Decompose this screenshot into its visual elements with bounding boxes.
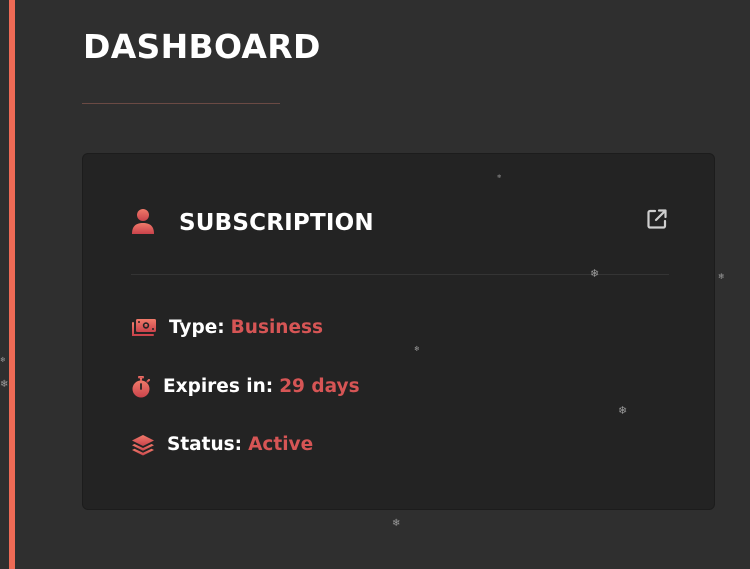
type-value: Business bbox=[230, 317, 324, 338]
info-row-expires: Expires in: 29 days bbox=[131, 372, 360, 402]
title-underline bbox=[82, 103, 280, 104]
stopwatch-icon bbox=[131, 376, 151, 398]
card-title: SUBSCRIPTION bbox=[179, 210, 374, 236]
card-header: SUBSCRIPTION bbox=[131, 204, 669, 244]
external-link-icon[interactable] bbox=[645, 207, 669, 231]
type-label: Type: bbox=[169, 317, 225, 338]
expires-value: 29 days bbox=[279, 376, 360, 397]
accent-stripe bbox=[9, 0, 15, 569]
user-icon bbox=[131, 208, 155, 234]
snowflake-icon: ❄ bbox=[718, 272, 725, 281]
status-value: Active bbox=[248, 434, 314, 455]
card-divider bbox=[131, 274, 669, 275]
info-row-status: Status: Active bbox=[131, 430, 313, 460]
info-row-type: Type: Business bbox=[131, 313, 323, 343]
subscription-card: SUBSCRIPTION Type: Business Expires in: … bbox=[82, 153, 715, 510]
page-title: DASHBOARD bbox=[83, 27, 321, 66]
money-icon bbox=[131, 318, 157, 338]
snowflake-icon: ❄ bbox=[392, 518, 401, 529]
expires-label: Expires in: bbox=[163, 376, 274, 397]
status-label: Status: bbox=[167, 434, 243, 455]
layers-icon bbox=[131, 434, 155, 456]
left-accent-bar bbox=[0, 0, 17, 569]
